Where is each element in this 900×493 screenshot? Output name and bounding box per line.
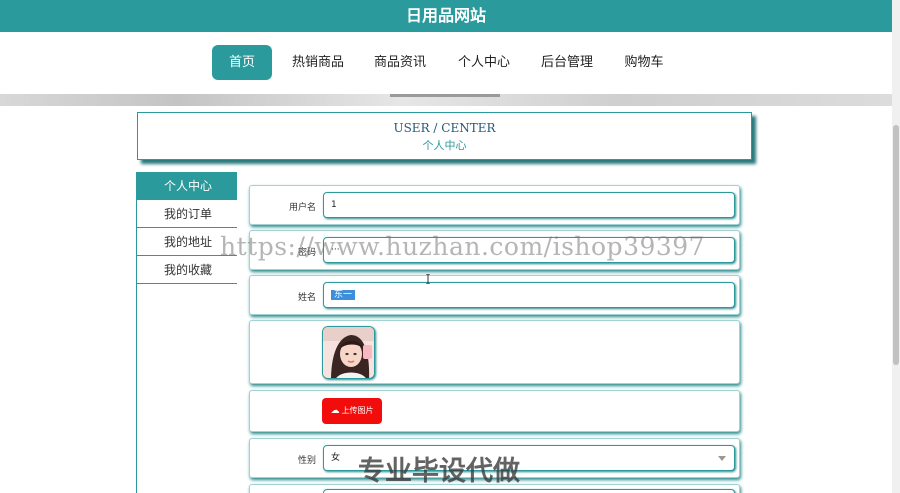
next-field-input[interactable]	[323, 489, 735, 493]
url-watermark: https://www.huzhan.com/ishop39397	[220, 232, 706, 261]
sidebar-item-user-center[interactable]: 个人中心	[137, 172, 237, 200]
section-title-en: USER / CENTER	[393, 121, 496, 135]
nav-item-hot-products[interactable]: 热销商品	[284, 45, 352, 80]
main-nav: 首页 热销商品 商品资讯 个人中心 后台管理 购物车	[0, 32, 892, 94]
name-label: 姓名	[297, 293, 316, 303]
form-row-upload: ☁ 上传图片	[249, 390, 740, 432]
user-sidebar: 个人中心 我的订单 我的地址 我的收藏	[136, 172, 237, 493]
form-row-name: 姓名 东一	[249, 275, 740, 315]
scrollbar-thumb[interactable]	[893, 125, 899, 365]
form-row-username: 用户名 1	[249, 185, 740, 225]
page-scrollbar[interactable]	[892, 0, 900, 493]
nav-item-admin[interactable]: 后台管理	[533, 45, 601, 80]
form-row-avatar	[249, 320, 740, 384]
name-selected-text: 东一	[331, 290, 356, 300]
nav-item-user-center[interactable]: 个人中心	[450, 45, 518, 80]
banner-image	[0, 94, 892, 106]
site-title: 日用品网站	[405, 6, 486, 25]
sidebar-item-orders[interactable]: 我的订单	[137, 200, 237, 228]
gender-label: 性别	[297, 456, 316, 466]
upload-button-label: 上传图片	[341, 406, 374, 415]
nav-item-home[interactable]: 首页	[212, 45, 272, 80]
gender-selected-value: 女	[331, 453, 341, 463]
nav-item-product-news[interactable]: 商品资讯	[366, 45, 434, 80]
chevron-down-icon	[718, 456, 726, 461]
text-cursor-icon	[426, 274, 430, 284]
nav-item-cart[interactable]: 购物车	[612, 45, 676, 80]
name-input[interactable]: 东一	[323, 282, 735, 308]
section-title-card: USER / CENTER 个人中心	[137, 112, 752, 160]
section-title-zh: 个人中心	[422, 139, 467, 152]
avatar-image	[322, 326, 375, 379]
cloud-upload-icon: ☁	[330, 406, 340, 416]
upload-image-button[interactable]: ☁ 上传图片	[322, 398, 382, 424]
ad-watermark: 专业毕设代做	[358, 456, 520, 487]
username-input[interactable]: 1	[323, 192, 735, 218]
username-label: 用户名	[288, 203, 316, 213]
site-title-bar: 日用品网站	[0, 0, 892, 32]
